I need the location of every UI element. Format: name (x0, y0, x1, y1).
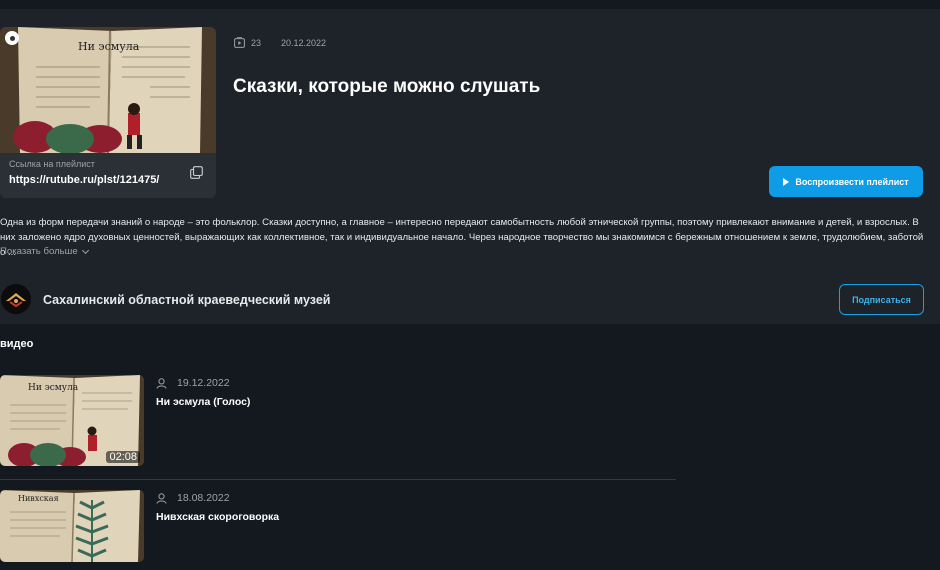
playlist-cover-image[interactable]: Ни эсмула (0, 27, 216, 153)
playlist-header-panel: Ни эсмула Ссылка на плейлист https://rut… (0, 9, 940, 324)
top-bar (0, 0, 940, 9)
play-badge-icon (5, 31, 19, 45)
video-title[interactable]: Ни эсмула (Голос) (156, 396, 250, 408)
video-thumbnail[interactable]: Нивхская (0, 490, 144, 562)
list-divider (0, 479, 676, 480)
video-meta: 19.12.2022 (156, 377, 230, 389)
video-title[interactable]: Нивхская скороговорка (156, 511, 279, 523)
video-date: 18.08.2022 (177, 492, 230, 504)
thumbnail-page-heading: Ни эсмула (28, 383, 79, 393)
subscribe-button[interactable]: Подписаться (839, 284, 924, 315)
video-meta: 18.08.2022 (156, 492, 230, 504)
show-more-label: Показать больше (0, 246, 78, 257)
playlist-icon (234, 37, 245, 48)
play-playlist-label: Воспроизвести плейлист (795, 176, 909, 187)
user-icon (156, 492, 167, 504)
show-more-button[interactable]: Показать больше (0, 246, 89, 257)
user-icon (156, 377, 167, 389)
playlist-link-url[interactable]: https://rutube.ru/plst/121475/ (9, 174, 159, 186)
videos-section-heading: видео (0, 338, 34, 350)
playlist-description: Одна из форм передачи знаний о народе – … (0, 217, 924, 258)
video-date: 19.12.2022 (177, 377, 230, 389)
video-list-item[interactable]: Ни эсмула 02:08 19.12.2022 Ни эсмула (Го… (0, 375, 676, 469)
playlist-link-caption: Ссылка на плейлист (9, 159, 95, 169)
chevron-down-icon (81, 246, 89, 254)
museum-logo-icon (1, 284, 31, 314)
copy-icon[interactable] (190, 166, 203, 179)
playlist-link-box: Ссылка на плейлист https://rutube.ru/pls… (0, 153, 216, 198)
cover-page-heading: Ни эсмула (78, 40, 140, 53)
video-duration: 02:08 (106, 451, 140, 463)
channel-avatar[interactable] (1, 284, 31, 314)
playlist-title: Сказки, которые можно слушать (233, 76, 541, 97)
thumbnail-page-heading: Нивхская (18, 494, 59, 503)
playlist-cover-card[interactable]: Ни эсмула Ссылка на плейлист https://rut… (0, 27, 216, 198)
playlist-meta: 23 20.12.2022 (234, 37, 326, 48)
video-thumbnail[interactable]: Ни эсмула 02:08 (0, 375, 144, 466)
video-list-item[interactable]: Нивхская 18.08.2022 Нивхская скороговорк… (0, 490, 676, 570)
channel-name[interactable]: Сахалинский областной краеведческий музе… (43, 293, 330, 307)
play-playlist-button[interactable]: Воспроизвести плейлист (769, 166, 923, 197)
playlist-date: 20.12.2022 (281, 37, 327, 48)
play-icon (783, 177, 790, 186)
playlist-video-count: 23 (251, 37, 262, 48)
